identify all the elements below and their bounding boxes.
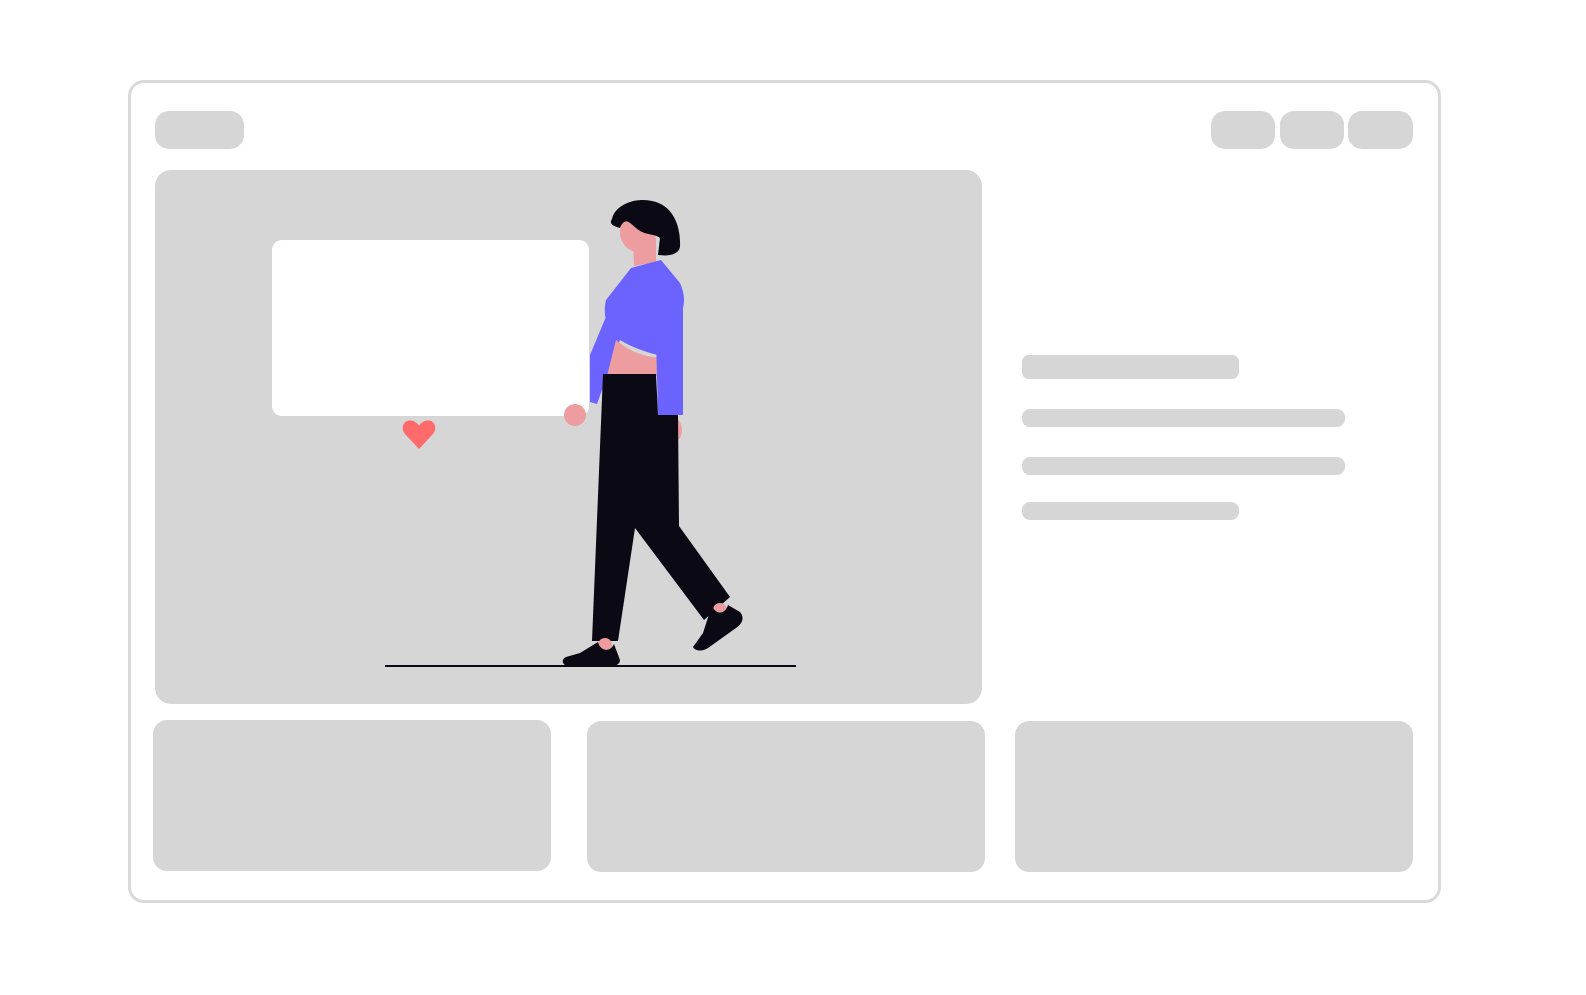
sidebar-text-line-1 — [1022, 409, 1345, 427]
sidebar-text-line-3 — [1022, 502, 1239, 520]
bottom-card-2[interactable] — [587, 721, 985, 872]
sidebar-heading-line — [1022, 355, 1239, 379]
heart-icon — [402, 420, 436, 449]
bottom-card-3[interactable] — [1015, 721, 1413, 872]
sidebar-text-line-2 — [1022, 457, 1345, 475]
bottom-card-1[interactable] — [153, 720, 551, 871]
